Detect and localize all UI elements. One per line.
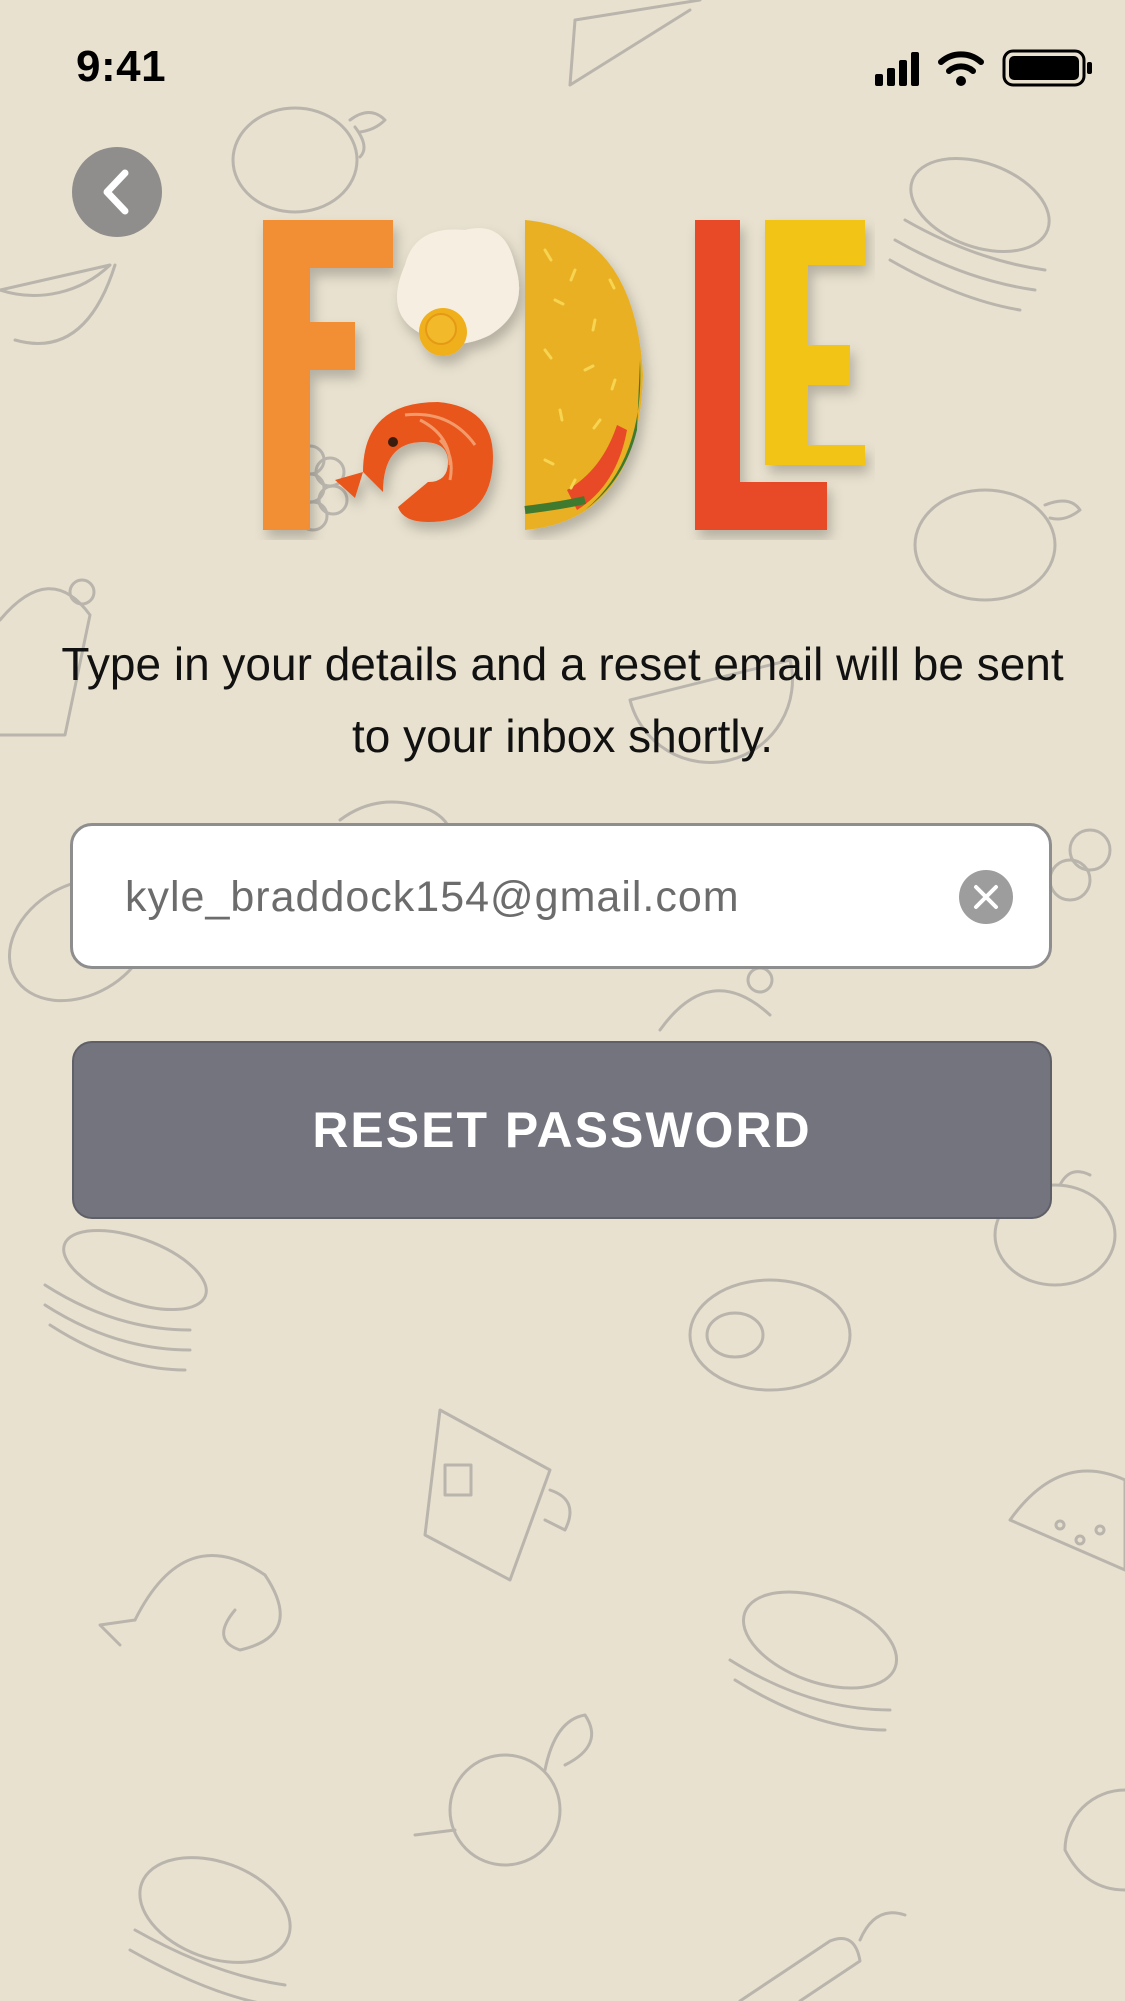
- logo-letter-e: [765, 220, 865, 465]
- fried-egg-icon: [397, 228, 520, 356]
- taco-icon: [524, 220, 643, 530]
- email-field[interactable]: [70, 823, 1052, 969]
- clear-email-button[interactable]: [959, 870, 1013, 924]
- back-button[interactable]: [72, 147, 162, 237]
- signal-icon: [875, 52, 919, 86]
- email-input[interactable]: [123, 826, 927, 968]
- chevron-left-icon: [103, 169, 129, 215]
- status-icons: [875, 49, 1092, 87]
- reset-password-button[interactable]: RESET PASSWORD: [72, 1041, 1052, 1219]
- shrimp-icon: [335, 402, 493, 522]
- battery-icon: [1002, 49, 1092, 87]
- reset-description: Type in your details and a reset email w…: [61, 638, 1064, 762]
- wifi-icon: [938, 51, 984, 86]
- status-time: 9:41: [76, 42, 167, 91]
- logo-letter-f: [263, 220, 393, 530]
- status-bar: 9:41: [0, 0, 1125, 130]
- foodle-logo: FOODLE: [255, 210, 875, 540]
- close-icon: [974, 885, 998, 909]
